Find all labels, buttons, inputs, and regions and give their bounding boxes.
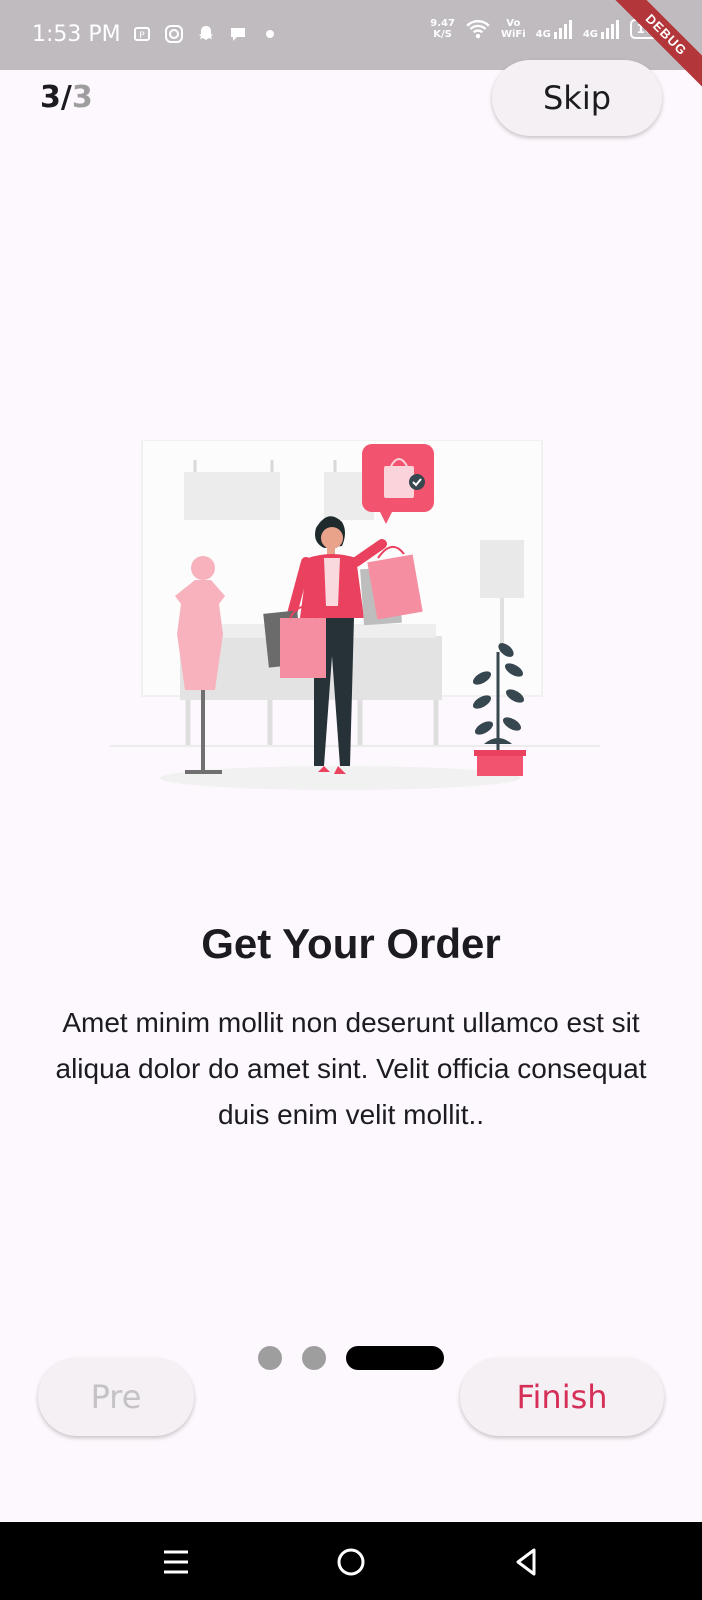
page-indicator (258, 1346, 444, 1370)
finish-button[interactable]: Finish (460, 1358, 664, 1436)
page-total: 3 (71, 80, 93, 115)
signal-2: 4G (583, 18, 620, 40)
payment-icon: P (134, 27, 150, 41)
vowifi-label: Vo WiFi (501, 18, 526, 40)
dot-icon (266, 30, 274, 38)
speed-unit: K/S (433, 29, 452, 40)
wifi-icon (466, 20, 490, 39)
signal-bars-icon (601, 20, 619, 39)
page-dot-1[interactable] (258, 1346, 282, 1370)
page-separator: / (60, 80, 72, 115)
system-navigation-bar (0, 1522, 702, 1600)
network-speed: 9.47 K/S (430, 18, 455, 40)
svg-text:P: P (139, 31, 145, 41)
status-time: 1:53 PM (32, 22, 121, 47)
vowifi-line-1: Vo (506, 18, 521, 29)
page-counter: 3/3 (40, 80, 93, 115)
chat-icon (231, 28, 245, 41)
signal-1-label: 4G (535, 29, 551, 40)
signal-2-label: 4G (582, 29, 598, 40)
snapchat-icon (199, 26, 213, 40)
page-dot-2[interactable] (302, 1346, 326, 1370)
skip-button[interactable]: Skip (492, 60, 662, 136)
shopping-woman-illustration (110, 440, 600, 790)
back-icon[interactable] (506, 1542, 546, 1582)
speed-value: 9.47 (430, 18, 455, 29)
instagram-icon (165, 25, 183, 43)
page-current: 3 (40, 80, 61, 115)
page-dot-3-active[interactable] (346, 1346, 444, 1370)
page-title: Get Your Order (201, 920, 501, 967)
menu-icon[interactable] (156, 1542, 196, 1582)
previous-button[interactable]: Pre (38, 1358, 194, 1436)
signal-1: 4G (536, 18, 573, 40)
home-icon[interactable] (331, 1542, 371, 1582)
status-right: 9.47 K/S Vo WiFi 4G 4G 100 (430, 18, 671, 40)
vowifi-line-2: WiFi (500, 29, 526, 40)
page-description: Amet minim mollit non deserunt ullamco e… (55, 1007, 647, 1130)
signal-bars-icon (553, 20, 572, 39)
notification-icons: P (132, 24, 280, 44)
